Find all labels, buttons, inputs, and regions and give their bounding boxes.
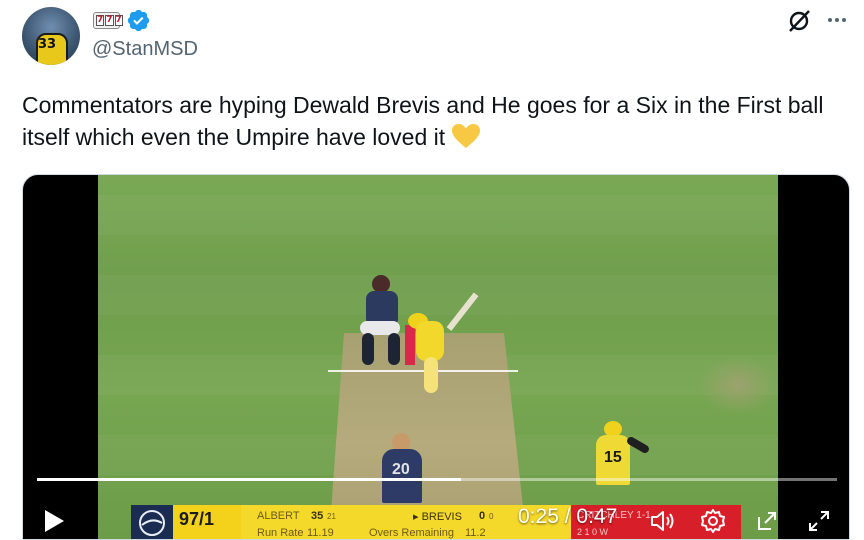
worn-pitch-area — [698, 355, 778, 415]
more-icon[interactable] — [823, 10, 851, 30]
more-dot — [828, 18, 832, 22]
video-frame: 20 15 — [98, 175, 778, 539]
seek-bar-progress — [37, 478, 461, 481]
badge-glyph: 7 — [96, 15, 105, 26]
batter1-name: ALBERT — [257, 510, 300, 522]
playback-time: 0:25 / 0:47 — [518, 505, 618, 528]
seek-bar[interactable] — [37, 478, 837, 481]
bowler-shirt-number: 20 — [392, 461, 410, 478]
author-handle[interactable]: @StanMSD — [92, 38, 198, 61]
tweet-body: Commentators are hyping Dewald Brevis an… — [22, 92, 824, 150]
batter1-balls: 21 — [327, 512, 336, 521]
overs-remaining-label: Overs Remaining — [369, 527, 454, 539]
video-player[interactable]: 20 15 97/1 ALBERT 35 21 Run Rate 11.19 ▸… — [22, 174, 850, 540]
fullscreen-icon[interactable] — [805, 507, 833, 535]
badge-glyph: 7 — [114, 15, 123, 26]
overs-remaining-value: 11.2 — [465, 527, 486, 539]
avatar[interactable]: 33 — [22, 7, 80, 65]
run-rate-value: 11.19 — [307, 527, 334, 539]
run-rate-label: Run Rate — [257, 527, 304, 539]
popout-icon[interactable] — [753, 507, 781, 535]
fielder-shirt-number: 15 — [604, 449, 622, 466]
team-score: 97/1 — [173, 505, 241, 539]
verified-badge-icon[interactable] — [126, 8, 151, 33]
fielder: 15 — [586, 421, 651, 501]
grok-icon[interactable] — [786, 8, 812, 34]
competition-logo-icon — [131, 505, 173, 539]
batter2-runs: 0 — [479, 510, 486, 522]
bowler: 20 — [380, 433, 426, 503]
grass-stripe — [98, 195, 778, 235]
wicketkeeper — [360, 275, 406, 365]
batter2-name: ▸ BREVIS — [413, 511, 462, 523]
batter1-runs: 35 — [311, 510, 324, 522]
duration: 0:47 — [576, 505, 618, 528]
yellow-heart-icon — [452, 124, 481, 148]
settings-icon[interactable] — [699, 507, 727, 535]
slot-777-badge-icon[interactable]: 7 7 7 — [93, 12, 123, 29]
video-controls: 97/1 ALBERT 35 21 Run Rate 11.19 ▸ BREVI… — [23, 495, 849, 539]
avatar-jersey-number: 33 — [38, 37, 57, 52]
current-time: 0:25 — [518, 505, 559, 528]
volume-icon[interactable] — [648, 507, 676, 535]
more-dot — [835, 18, 839, 22]
tweet-text: Commentators are hyping Dewald Brevis an… — [22, 89, 832, 153]
badge-glyph: 7 — [105, 15, 114, 26]
more-dot — [842, 18, 846, 22]
play-icon[interactable] — [43, 509, 65, 533]
batter — [408, 285, 479, 395]
batter2-balls: 0 — [489, 512, 494, 521]
